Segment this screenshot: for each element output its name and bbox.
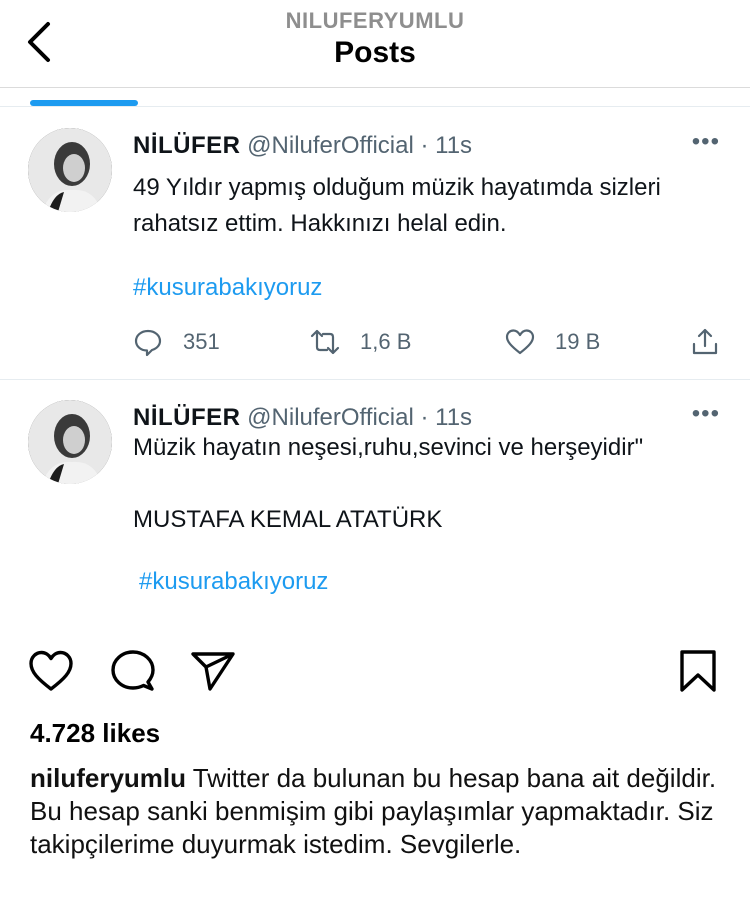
like-count: 19 B (555, 329, 601, 354)
ig-share-button[interactable] (190, 649, 235, 693)
tweet-text-line: 49 Yıldır yapmış olduğum müzik hayatımda… (133, 174, 661, 201)
share-icon (692, 328, 718, 355)
profile-photo (28, 400, 112, 484)
bookmark-icon (680, 650, 716, 692)
tweet-author-name: NİLÜFER (133, 404, 241, 431)
share-button[interactable] (690, 326, 720, 358)
profile-photo (28, 128, 112, 212)
more-options-icon[interactable]: ••• (692, 402, 720, 426)
tweet-author-name: NİLÜFER (133, 132, 241, 159)
tweet-hashtag[interactable]: #kusurabakıyoruz (133, 274, 322, 302)
tweet-time: · 11s (420, 404, 473, 431)
profile-username: NILUFERYUMLU (285, 8, 465, 33)
tweet-time: · 11s (420, 132, 473, 159)
tweet-header: NİLÜFER @NiluferOfficial · 11s (133, 132, 472, 160)
tweet-header: NİLÜFER @NiluferOfficial · 11s (133, 404, 472, 432)
tweet-card: NİLÜFER @NiluferOfficial · 11s ••• 49 Yı… (0, 108, 750, 380)
tweet-handle: @NiluferOfficial (247, 404, 414, 431)
tweet-card: NİLÜFER @NiluferOfficial · 11s ••• Müzik… (0, 380, 750, 633)
avatar (28, 400, 112, 484)
retweet-icon (310, 329, 340, 355)
reply-icon (134, 329, 162, 357)
heart-icon (505, 329, 535, 355)
post-caption: niluferyumlu Twitter da bulunan bu hesap… (30, 762, 720, 861)
tweet-text-line: rahatsız ettim. Hakkınızı helal edin. (133, 210, 507, 237)
tweet-text-line: MUSTAFA KEMAL ATATÜRK (133, 506, 443, 533)
tab-track (0, 106, 750, 107)
send-icon (191, 652, 235, 691)
ig-save-button[interactable] (676, 649, 720, 693)
tweet-hashtag[interactable]: #kusurabakıyoruz (139, 568, 328, 596)
likes-count[interactable]: 4.728 likes (30, 718, 160, 749)
tweet-text: Müzik hayatın neşesi,ruhu,sevinci ve her… (133, 430, 643, 538)
tweet-text-spacer (133, 466, 643, 502)
top-bar: NILUFERYUMLU Posts (0, 0, 750, 88)
post-image[interactable]: NİLÜFER @NiluferOfficial · 11s ••• 49 Yı… (0, 88, 750, 633)
tweet-actions: 351 1,6 B 19 B (0, 326, 750, 358)
more-options-icon[interactable]: ••• (692, 130, 720, 154)
ig-like-button[interactable] (28, 649, 73, 693)
reply-button[interactable]: 351 (133, 326, 220, 358)
tweet-handle: @NiluferOfficial (247, 132, 414, 159)
ig-comment-button[interactable] (110, 649, 155, 693)
like-button[interactable]: 19 B (505, 326, 600, 358)
avatar (28, 128, 112, 212)
page-title: Posts (334, 36, 416, 69)
tweet-text: 49 Yıldır yapmış olduğum müzik hayatımda… (133, 170, 661, 242)
reply-count: 351 (183, 329, 220, 354)
comment-icon (111, 650, 155, 691)
retweet-button[interactable]: 1,6 B (310, 326, 411, 358)
post-actions (0, 645, 750, 695)
tweet-text-line: Müzik hayatın neşesi,ruhu,sevinci ve her… (133, 434, 644, 461)
retweet-count: 1,6 B (360, 329, 412, 354)
caption-username[interactable]: niluferyumlu (30, 763, 186, 793)
active-tab-indicator (30, 100, 138, 106)
heart-icon (29, 650, 73, 691)
